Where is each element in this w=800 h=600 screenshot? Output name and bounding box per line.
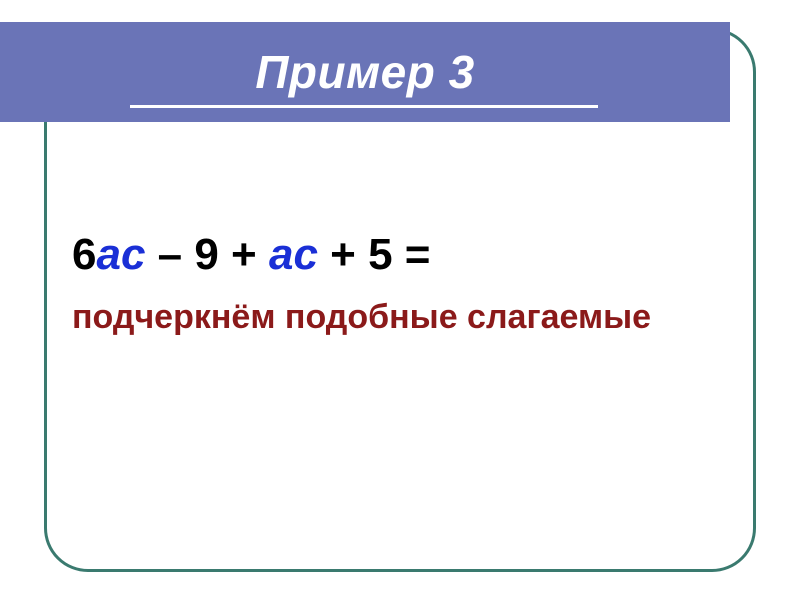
title-band: Пример 3 xyxy=(0,22,730,122)
eq-variable-2: ас xyxy=(269,230,318,279)
eq-variable-1: ас xyxy=(96,230,145,279)
title-underline xyxy=(130,105,598,108)
slide-title: Пример 3 xyxy=(255,45,474,99)
instruction-text: подчеркнём подобные слагаемые xyxy=(72,298,740,337)
slide-content: 6ас – 9 + ас + 5 = подчеркнём подобные с… xyxy=(72,230,740,337)
eq-tail: + 5 = xyxy=(318,230,431,279)
equation-line: 6ас – 9 + ас + 5 = xyxy=(72,230,740,280)
eq-mid-1: – 9 + xyxy=(145,230,269,279)
eq-coef-1: 6 xyxy=(72,230,96,279)
